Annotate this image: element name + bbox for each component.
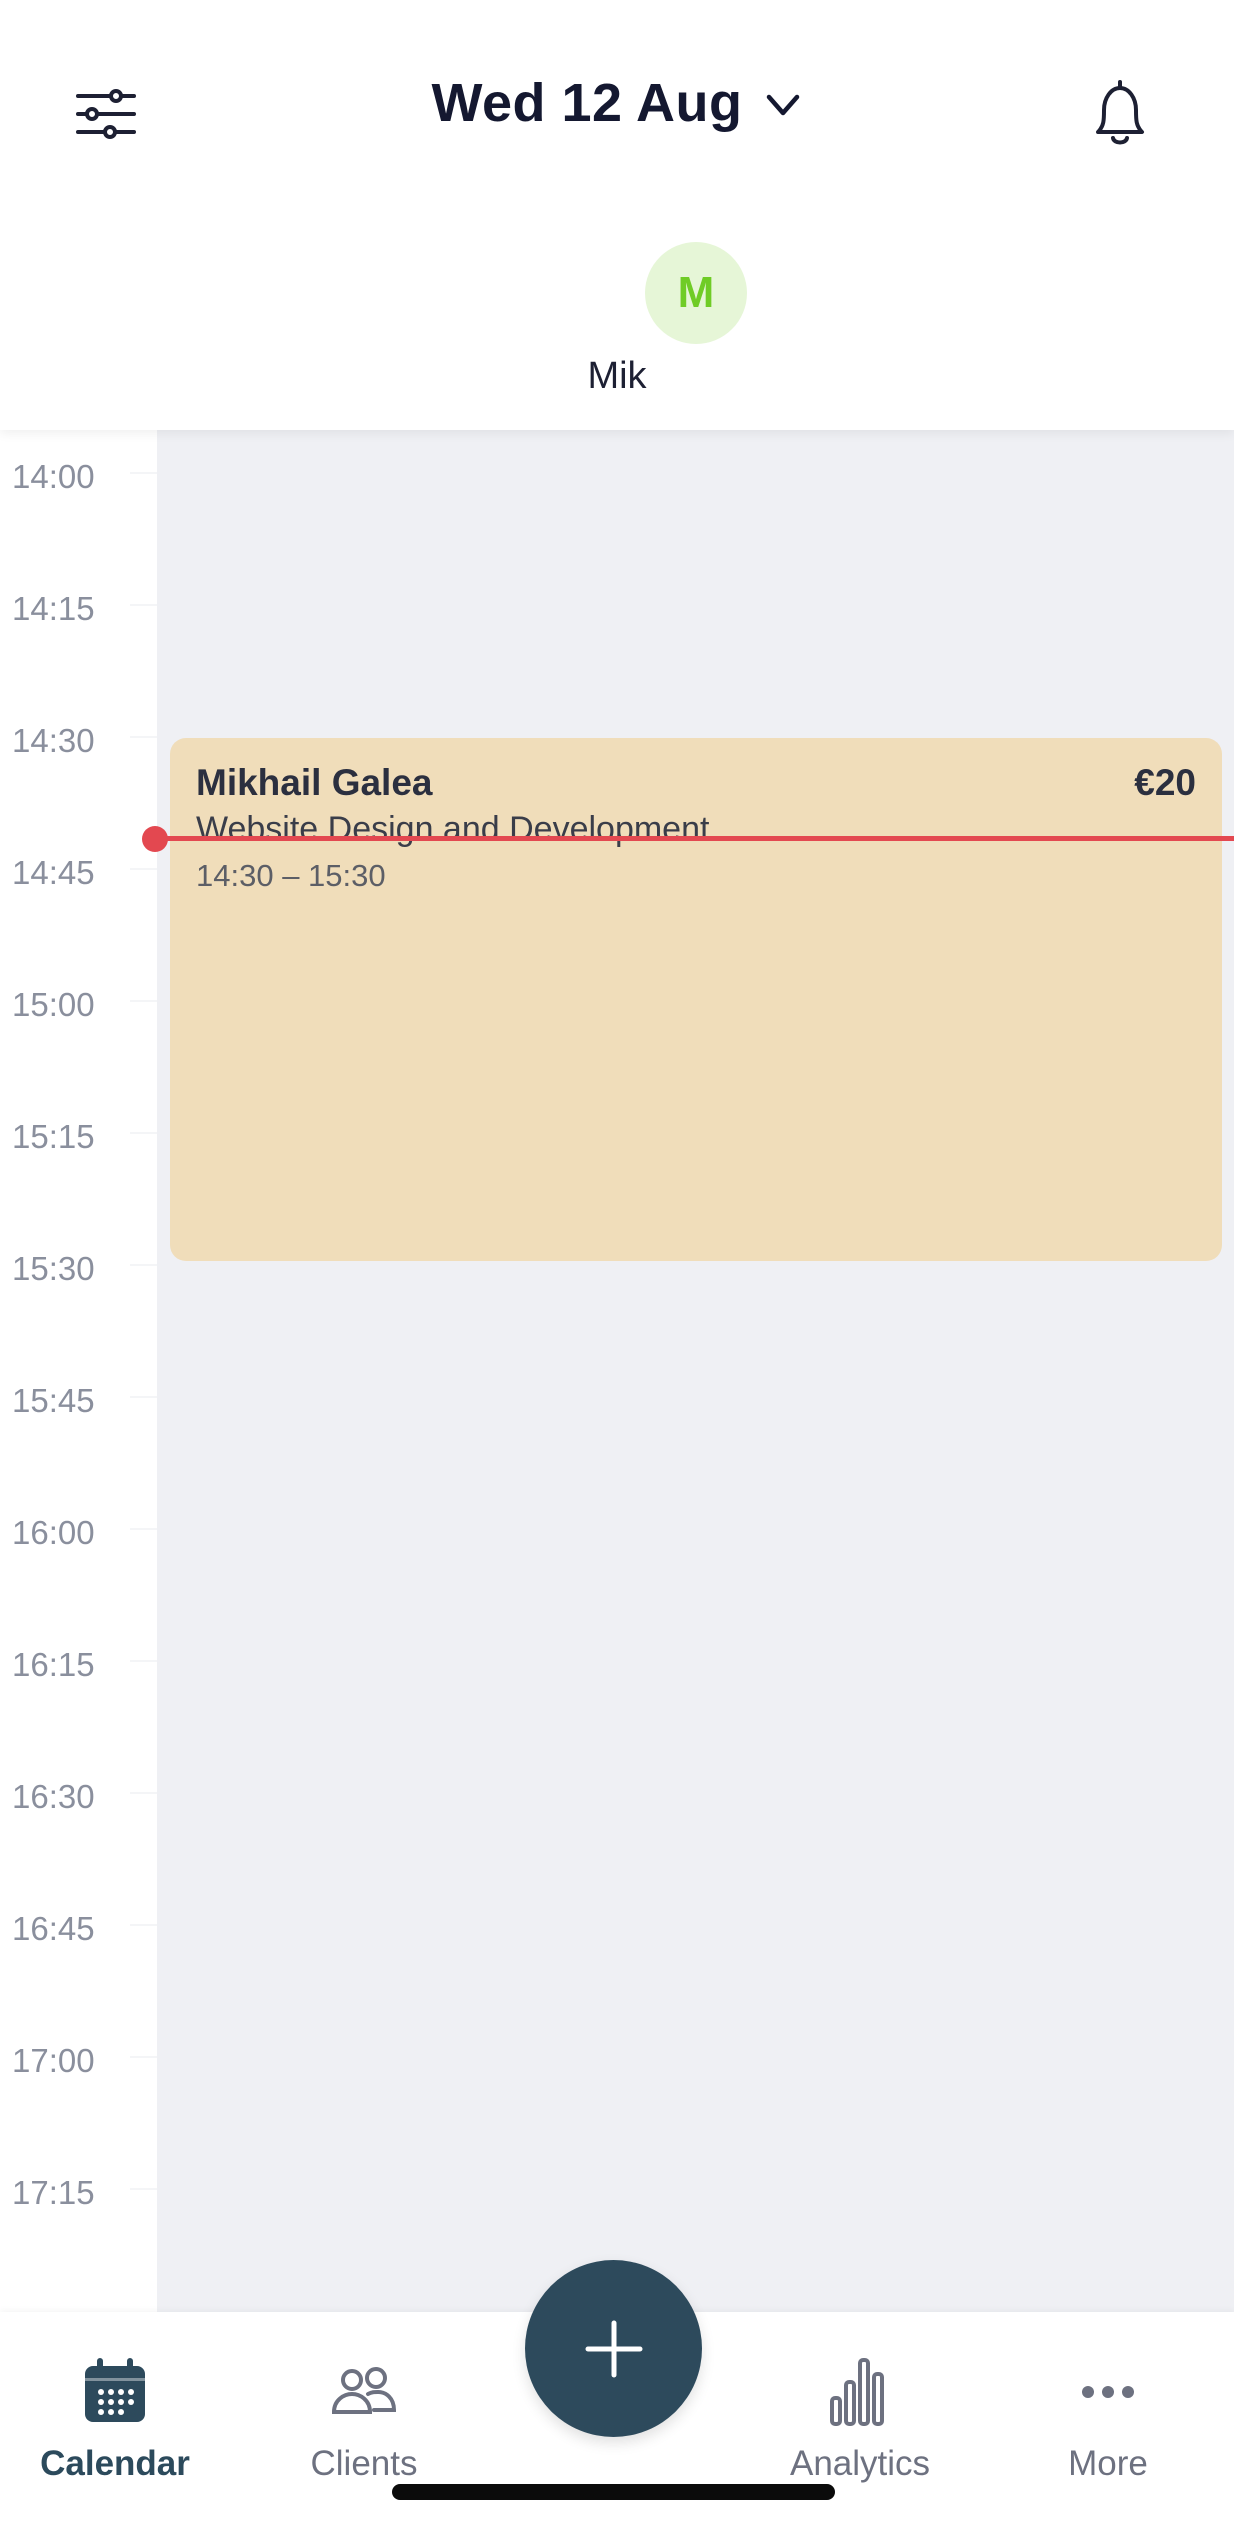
clients-icon bbox=[331, 2367, 397, 2414]
tab-analytics[interactable]: Analytics bbox=[760, 2352, 960, 2484]
plus-icon bbox=[585, 2320, 642, 2377]
time-slot: 14:30 bbox=[0, 694, 157, 826]
appointment-price: €20 bbox=[1134, 762, 1196, 803]
tab-clients[interactable]: Clients bbox=[264, 2352, 464, 2484]
notifications-button[interactable] bbox=[1084, 76, 1156, 152]
chevron-down-icon[interactable] bbox=[763, 85, 803, 125]
time-slot: 15:45 bbox=[0, 1354, 157, 1486]
time-label: 15:45 bbox=[12, 1382, 95, 1419]
bell-icon bbox=[1096, 80, 1144, 145]
time-label: 15:30 bbox=[12, 1250, 95, 1287]
current-time-line bbox=[155, 836, 1234, 841]
tab-label: Analytics bbox=[789, 2444, 931, 2483]
time-slot: 14:00 bbox=[0, 430, 157, 562]
time-label: 14:15 bbox=[12, 590, 95, 627]
time-slot: 16:00 bbox=[0, 1486, 157, 1618]
time-label: 16:45 bbox=[12, 1910, 95, 1947]
time-label: 15:00 bbox=[12, 986, 95, 1023]
home-indicator[interactable] bbox=[392, 2484, 835, 2500]
tab-label: Calendar bbox=[40, 2444, 190, 2483]
tab-label: Clients bbox=[310, 2444, 418, 2483]
time-slot: 15:00 bbox=[0, 958, 157, 1090]
date-picker[interactable]: Wed 12 Aug bbox=[0, 72, 1234, 134]
calendar-day-view: 14:00 14:15 14:30 14:45 15:00 15:15 15:3… bbox=[0, 430, 1234, 2312]
time-slot: 16:30 bbox=[0, 1750, 157, 1882]
time-slot: 14:45 bbox=[0, 826, 157, 958]
time-label: 14:30 bbox=[12, 722, 95, 759]
time-label: 16:00 bbox=[12, 1514, 95, 1551]
time-slot: 16:45 bbox=[0, 1882, 157, 2014]
add-appointment-button[interactable] bbox=[525, 2260, 702, 2437]
time-label: 15:15 bbox=[12, 1118, 95, 1155]
appointment-service: Website Design and Development bbox=[196, 810, 710, 848]
time-slot: 14:15 bbox=[0, 562, 157, 694]
appointment-card[interactable]: Mikhail Galea €20 Website Design and Dev… bbox=[170, 738, 1222, 1261]
tab-calendar[interactable]: Calendar bbox=[15, 2352, 215, 2484]
appointment-client: Mikhail Galea bbox=[196, 762, 433, 803]
staff-name: Mik bbox=[587, 355, 647, 397]
staff-avatar[interactable]: M bbox=[645, 242, 747, 344]
time-label: 14:45 bbox=[12, 854, 95, 891]
time-label: 16:30 bbox=[12, 1778, 95, 1815]
appointment-time: 14:30 – 15:30 bbox=[196, 858, 386, 893]
date-title[interactable]: Wed 12 Aug bbox=[431, 72, 742, 134]
more-icon bbox=[1082, 2386, 1134, 2398]
analytics-icon bbox=[830, 2358, 884, 2426]
time-label: 17:00 bbox=[12, 2042, 95, 2079]
staff-initial: M bbox=[677, 268, 715, 317]
calendar-icon bbox=[85, 2358, 145, 2422]
time-slot: 16:15 bbox=[0, 1618, 157, 1750]
tab-more[interactable]: More bbox=[1008, 2352, 1208, 2484]
time-label: 14:00 bbox=[12, 458, 95, 495]
staff-column[interactable] bbox=[157, 430, 1234, 2312]
tab-label: More bbox=[1068, 2444, 1148, 2483]
time-label: 17:15 bbox=[12, 2174, 95, 2211]
time-slot: 17:15 bbox=[0, 2146, 157, 2278]
time-slot: 17:00 bbox=[0, 2014, 157, 2146]
current-time-dot bbox=[142, 826, 168, 852]
time-slot: 15:15 bbox=[0, 1090, 157, 1222]
time-label: 16:15 bbox=[12, 1646, 95, 1683]
time-slot: 15:30 bbox=[0, 1222, 157, 1354]
top-header: Wed 12 Aug M Mik bbox=[0, 0, 1234, 430]
